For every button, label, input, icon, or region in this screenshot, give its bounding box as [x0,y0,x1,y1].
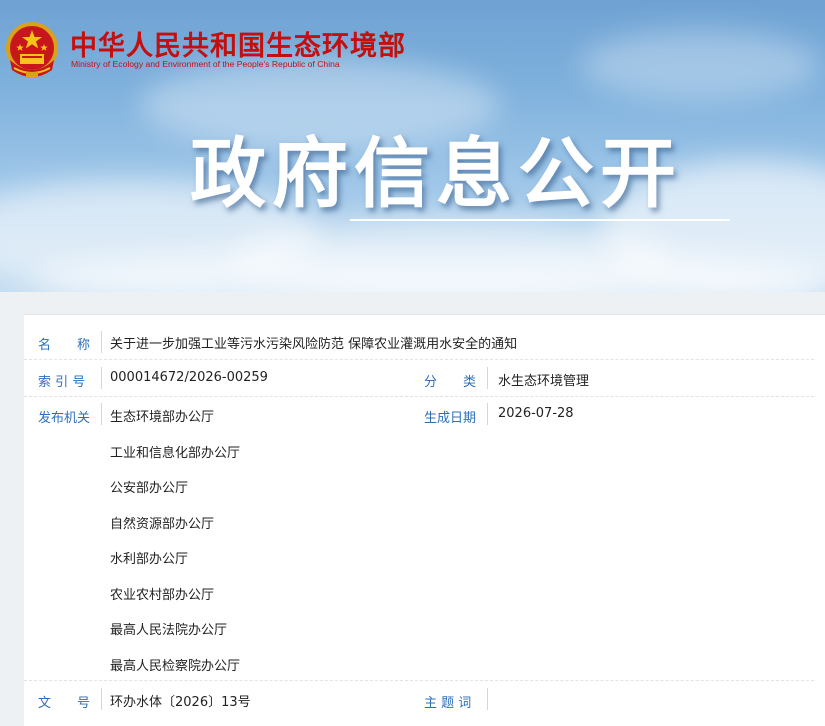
document-info-card: 名 称 关于进一步加强工业等污水污染风险防范 保障农业灌溉用水安全的通知 索 引… [24,314,825,726]
divider [101,688,102,710]
ministry-name-en[interactable]: Ministry of Ecology and Environment of t… [71,59,340,69]
issuer-label: 发布机关 [38,411,91,426]
site-banner: 中华人民共和国生态环境部 Ministry of Ecology and Env… [0,0,825,292]
divider [101,367,102,389]
divider [101,331,102,353]
issuer-item: 工业和信息化部办公厅 [110,446,241,461]
row-divider [24,680,814,681]
issuer-item: 自然资源部办公厅 [110,517,215,532]
banner-title-underline [350,219,730,221]
ministry-name-cn[interactable]: 中华人民共和国生态环境部 [70,24,406,63]
issuer-item: 最高人民法院办公厅 [110,623,228,638]
divider [101,403,102,425]
date-label: 生成日期 [424,411,477,426]
row-divider [24,396,814,397]
issuer-item: 最高人民检察院办公厅 [110,659,241,674]
issuer-item: 公安部办公厅 [110,481,189,496]
banner-cloud [580,30,820,100]
divider [487,688,488,710]
date-value: 2026-07-28 [498,406,574,421]
banner-title: 政府信息公开 [190,129,682,218]
row-divider [24,359,814,360]
doc-number-label: 文 号 [38,696,91,711]
doc-name-value: 关于进一步加强工业等污水污染风险防范 保障农业灌溉用水安全的通知 [110,337,518,352]
doc-number-value: 环办水体〔2026〕13号 [110,695,251,710]
index-number-label: 索 引 号 [38,375,86,390]
category-label: 分 类 [424,375,477,390]
national-emblem-icon[interactable] [4,20,60,82]
issuer-item: 农业农村部办公厅 [110,588,215,603]
keywords-label: 主 题 词 [424,696,472,711]
divider [487,367,488,389]
issuer-item: 水利部办公厅 [110,552,189,567]
issuer-item: 生态环境部办公厅 [110,410,215,425]
index-number-value: 000014672/2026-00259 [110,370,268,385]
category-value: 水生态环境管理 [498,374,590,389]
divider [487,403,488,425]
doc-name-label: 名 称 [38,338,91,353]
